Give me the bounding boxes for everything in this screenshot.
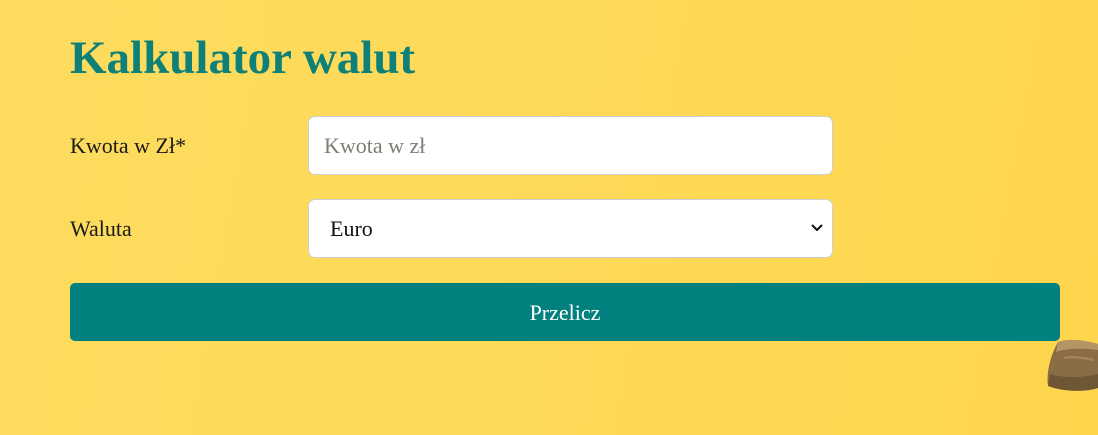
currency-label: Waluta [70, 216, 132, 241]
page: { "page": { "title": "Kalkulator walut" … [0, 0, 1098, 435]
currency-select[interactable]: Euro [308, 199, 833, 258]
stone-decoration [1047, 339, 1098, 391]
amount-field-wrapper [308, 116, 833, 175]
chevron-down-icon [811, 224, 823, 231]
convert-button[interactable]: Przelicz [70, 283, 1060, 341]
amount-input[interactable] [309, 117, 832, 174]
amount-label: Kwota w Zł* [70, 133, 187, 158]
currency-select-value: Euro [330, 216, 373, 241]
page-title: Kalkulator walut [70, 32, 416, 84]
